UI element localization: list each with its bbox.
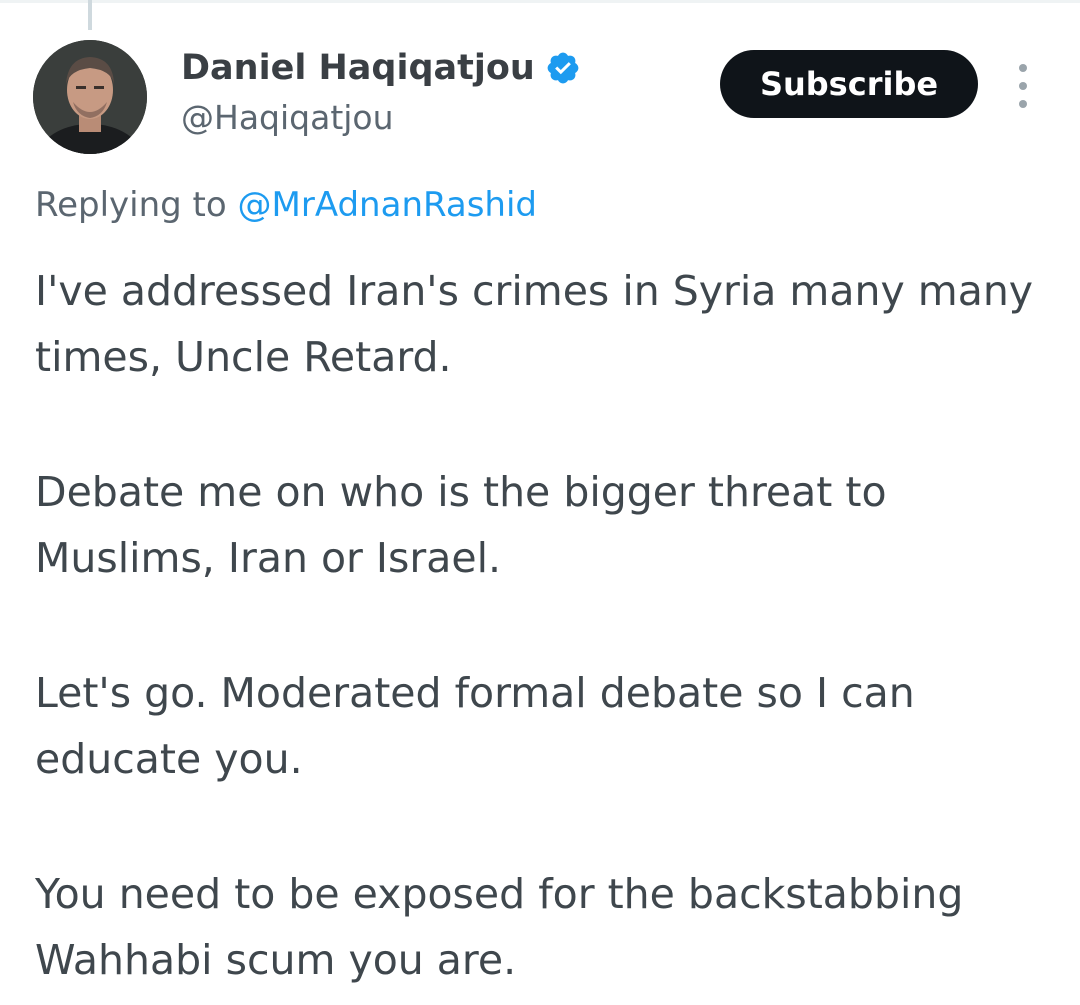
- name-row: Daniel Haqiqatjou: [181, 42, 581, 94]
- user-handle[interactable]: @Haqiqatjou: [181, 94, 581, 142]
- display-name[interactable]: Daniel Haqiqatjou: [181, 42, 535, 94]
- verified-badge-icon[interactable]: [545, 50, 581, 86]
- tweet-text: I've addressed Iran's crimes in Syria ma…: [35, 258, 1055, 993]
- dot: [1019, 82, 1027, 90]
- dot: [1019, 64, 1027, 72]
- dot: [1019, 100, 1027, 108]
- more-vertical-icon[interactable]: [1008, 64, 1038, 108]
- top-divider: [0, 0, 1080, 3]
- thread-connector-line: [88, 0, 92, 30]
- tweet-paragraph: Debate me on who is the bigger threat to…: [35, 468, 887, 582]
- avatar[interactable]: [33, 40, 147, 154]
- reply-handle-link[interactable]: @MrAdnanRashid: [238, 185, 538, 225]
- replying-to-label: Replying to: [35, 185, 238, 225]
- subscribe-button[interactable]: Subscribe: [720, 50, 978, 118]
- author-block: Daniel Haqiqatjou @Haqiqatjou: [181, 42, 581, 142]
- replying-to-line: Replying to @MrAdnanRashid: [35, 180, 537, 230]
- tweet-paragraph: I've addressed Iran's crimes in Syria ma…: [35, 267, 1034, 381]
- profile-photo-icon: [33, 40, 147, 154]
- tweet-paragraph: Let's go. Moderated formal debate so I c…: [35, 669, 915, 783]
- tweet-paragraph: You need to be exposed for the backstabb…: [35, 870, 964, 984]
